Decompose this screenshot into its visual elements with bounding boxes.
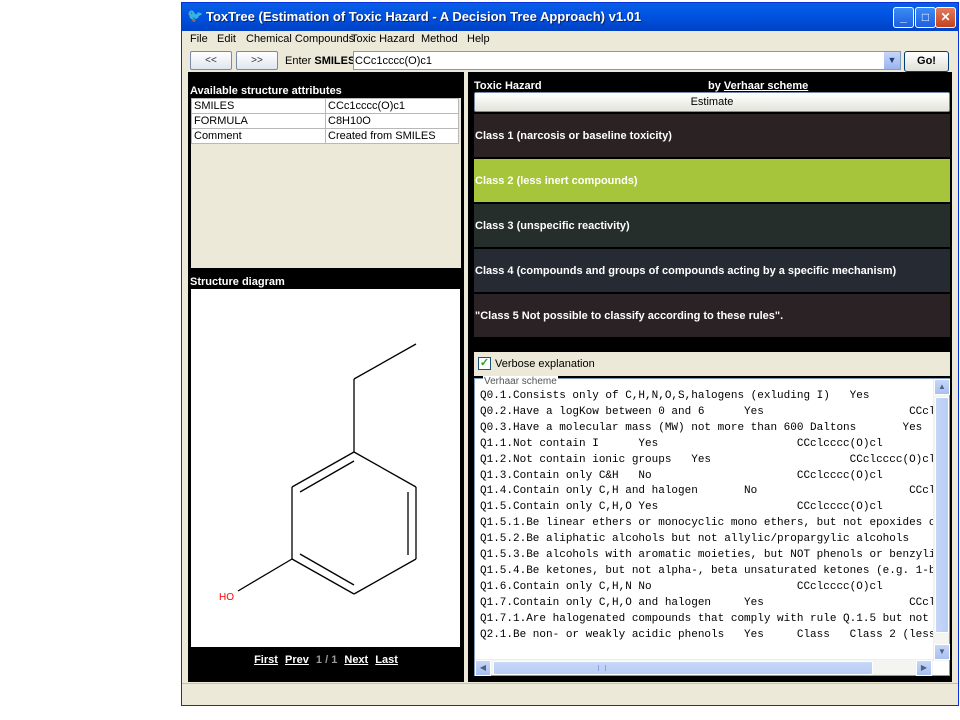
explanation-line: Q1.7.Contain only C,H,O and halogen Yes … (480, 596, 936, 609)
previous-compound-button[interactable]: << (190, 51, 232, 70)
menu-bar: File Edit Chemical Compounds Toxic Hazar… (182, 31, 958, 49)
scheme-label: by Verhaar scheme (708, 80, 809, 92)
structure-pager: First Prev 1 / 1 Next Last (188, 654, 464, 666)
structure-diagram: HO (191, 289, 460, 647)
attributes-title: Available structure attributes (190, 85, 342, 97)
class-3-row[interactable]: Class 3 (unspecific reactivity) (474, 204, 950, 248)
title-bar[interactable]: 🐦 ToxTree (Estimation of Toxic Hazard - … (182, 3, 958, 31)
prev-link[interactable]: Prev (285, 654, 309, 666)
explanation-line: Q1.5.2.Be aliphatic alcohols but not all… (480, 533, 910, 546)
molecule-drawing: HO (219, 343, 417, 603)
verbose-row: ✓ Verbose explanation (474, 352, 950, 376)
class-5-row[interactable]: "Class 5 Not possible to classify accord… (474, 294, 950, 338)
app-window: 🐦 ToxTree (Estimation of Toxic Hazard - … (181, 2, 959, 706)
bond (237, 558, 293, 592)
explanation-text[interactable]: Q0.1.Consists only of C,H,N,O,S,halogens… (480, 389, 936, 661)
explanation-line: Q1.3.Contain only C&H No CCclcccc(O)cl (480, 469, 883, 482)
vertical-scrollbar[interactable]: ▲ ▼ (933, 379, 950, 661)
explanation-line: Q1.2.Not contain ionic groups Yes CCclcc… (480, 453, 936, 466)
explanation-line: Q0.1.Consists only of C,H,N,O,S,halogens… (480, 390, 870, 402)
toxic-hazard-title: Toxic Hazard (474, 80, 542, 92)
explanation-line: Q0.3.Have a molecular mass (MW) not more… (480, 421, 923, 434)
class-4-row[interactable]: Class 4 (compounds and groups of compoun… (474, 249, 950, 293)
last-link[interactable]: Last (375, 654, 398, 666)
smiles-input[interactable] (355, 53, 883, 68)
smiles-label: Enter SMILES: (285, 55, 358, 67)
class-2-row[interactable]: Class 2 (less inert compounds) (474, 159, 950, 203)
bond (299, 553, 355, 586)
bond (353, 558, 417, 595)
scroll-down-icon[interactable]: ▼ (934, 644, 950, 660)
scroll-right-icon[interactable]: ▶ (916, 660, 932, 676)
explanation-line: Q1.5.Contain only C,H,O Yes CCclcccc(O)c… (480, 501, 883, 514)
bond (291, 558, 355, 595)
next-link[interactable]: Next (344, 654, 368, 666)
explanation-line: Q1.6.Contain only C,H,N No CCclcccc(O)cl (480, 580, 883, 593)
attribute-value: Created from SMILES (325, 128, 459, 144)
bird-logo-icon: 🐦 (187, 8, 204, 23)
menu-toxic-hazard[interactable]: Toxic Hazard (351, 33, 415, 45)
smiles-combobox[interactable]: ▼ (353, 51, 901, 70)
menu-method[interactable]: Method (421, 33, 458, 45)
explanation-line: Q1.1.Not contain I Yes CCclcccc(O)cl (480, 437, 883, 450)
vertical-scroll-thumb[interactable] (935, 397, 949, 633)
table-row[interactable]: Comment Created from SMILES (191, 128, 459, 144)
explanation-line: Q1.5.3.Be alcohols with aromatic moietie… (480, 549, 936, 562)
menu-edit[interactable]: Edit (217, 33, 236, 45)
estimate-button[interactable]: Estimate (474, 92, 950, 112)
attribute-key: FORMULA (191, 113, 326, 129)
explanation-line: Q1.5.1.Be linear ethers or monocyclic mo… (480, 517, 936, 530)
page-position: 1 / 1 (315, 654, 338, 666)
go-button[interactable]: Go! (904, 51, 949, 72)
explanation-line: Q1.4.Contain only C,H and halogen No CCc… (480, 485, 936, 498)
chevron-down-icon[interactable]: ▼ (884, 52, 900, 69)
left-panel: Available structure attributes SMILES CC… (188, 72, 464, 682)
explanation-line: Q1.7.1.Are halogenated compounds that co… (480, 612, 936, 625)
menu-file[interactable]: File (190, 33, 208, 45)
attribute-key: Comment (191, 128, 326, 144)
attribute-key: SMILES (191, 98, 326, 114)
bond (353, 343, 417, 380)
grip-icon (598, 665, 606, 671)
hydroxyl-label: HO (219, 592, 234, 603)
structure-title: Structure diagram (190, 276, 285, 288)
close-button[interactable]: ✕ (935, 7, 956, 28)
maximize-button[interactable]: □ (915, 7, 936, 28)
minimize-button[interactable]: _ (893, 7, 914, 28)
status-bar (182, 683, 958, 705)
attribute-value: CCc1cccc(O)c1 (325, 98, 459, 114)
table-row[interactable]: FORMULA C8H10O (191, 113, 459, 129)
scheme-link[interactable]: Verhaar scheme (724, 80, 808, 92)
table-row[interactable]: SMILES CCc1cccc(O)c1 (191, 98, 459, 114)
bond (299, 460, 355, 493)
scroll-left-icon[interactable]: ◀ (475, 660, 491, 676)
explanation-line: Q1.5.4.Be ketones, but not alpha-, beta … (480, 564, 936, 577)
explanation-line: Q0.2.Have a logKow between 0 and 6 Yes C… (480, 405, 936, 418)
class-1-row[interactable]: Class 1 (narcosis or baseline toxicity) (474, 114, 950, 158)
scroll-up-icon[interactable]: ▲ (934, 379, 950, 395)
verbose-checkbox[interactable]: ✓ (478, 357, 491, 370)
explanation-legend: Verhaar scheme (483, 376, 558, 387)
explanation-line: Q2.1.Be non- or weakly acidic phenols Ye… (480, 628, 936, 641)
attribute-value: C8H10O (325, 113, 459, 129)
bond (353, 451, 417, 488)
attributes-table: SMILES CCc1cccc(O)c1 FORMULA C8H10O Comm… (191, 98, 459, 144)
horizontal-scroll-thumb[interactable] (493, 661, 873, 675)
menu-chemical-compounds[interactable]: Chemical Compounds (246, 33, 354, 45)
right-panel: Toxic Hazard by Verhaar scheme Estimate … (468, 72, 952, 682)
horizontal-scrollbar[interactable]: ◀ ▶ (475, 659, 933, 676)
attributes-table-container: SMILES CCc1cccc(O)c1 FORMULA C8H10O Comm… (191, 98, 461, 268)
next-compound-button[interactable]: >> (236, 51, 278, 70)
bond (291, 451, 355, 488)
menu-help[interactable]: Help (467, 33, 490, 45)
explanation-panel: Verhaar scheme Q0.1.Consists only of C,H… (474, 376, 950, 676)
first-link[interactable]: First (254, 654, 278, 666)
verbose-label: Verbose explanation (495, 358, 595, 370)
window-title: ToxTree (Estimation of Toxic Hazard - A … (206, 9, 642, 24)
